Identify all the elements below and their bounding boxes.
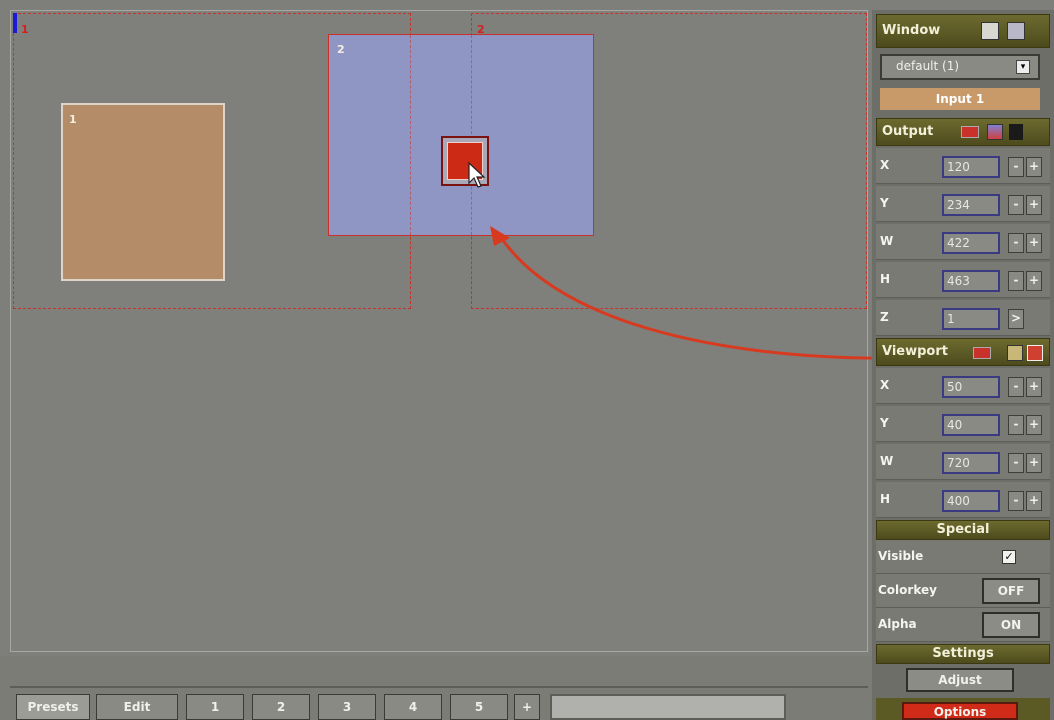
output-h-row: H 463 - + xyxy=(876,262,1050,298)
output-w-minus-button[interactable]: - xyxy=(1008,233,1024,253)
output-w-field[interactable]: 422 xyxy=(942,232,1000,254)
preset-2-button[interactable]: 2 xyxy=(252,694,310,720)
selected-input-badge[interactable]: Input 1 xyxy=(880,88,1040,110)
viewport-x-minus-button[interactable]: - xyxy=(1008,377,1024,397)
window-2-label: 2 xyxy=(337,43,345,56)
output-h-field[interactable]: 463 xyxy=(942,270,1000,292)
preset-4-button[interactable]: 4 xyxy=(384,694,442,720)
visible-label: Visible xyxy=(878,549,924,563)
monitor-1-edge xyxy=(410,35,411,235)
adjust-button[interactable]: Adjust xyxy=(906,668,1014,692)
output-y-field[interactable]: 234 xyxy=(942,194,1000,216)
viewport-y-row: Y 40 - + xyxy=(876,406,1050,442)
alpha-label: Alpha xyxy=(878,617,917,631)
preset-name-input[interactable] xyxy=(550,694,786,720)
viewport-x-field[interactable]: 50 xyxy=(942,376,1000,398)
alpha-toggle-button[interactable]: ON xyxy=(982,612,1040,638)
window-2[interactable]: 2 xyxy=(328,34,594,236)
viewport-h-field[interactable]: 400 xyxy=(942,490,1000,512)
viewport-y-plus-button[interactable]: + xyxy=(1026,415,1042,435)
viewport-h-label: H xyxy=(880,492,891,506)
monitor-2-edge xyxy=(471,35,472,235)
output-y-plus-button[interactable]: + xyxy=(1026,195,1042,215)
viewport-toggle-icon[interactable] xyxy=(1027,345,1043,361)
edit-icon[interactable] xyxy=(981,22,999,40)
output-z-row: Z 1 > xyxy=(876,300,1050,336)
viewport-x-label: X xyxy=(880,378,890,392)
bottom-bar-divider xyxy=(10,686,868,688)
edit-tab[interactable]: Edit xyxy=(96,694,178,720)
options-button[interactable]: Options xyxy=(902,702,1018,720)
output-x-label: X xyxy=(880,158,890,172)
presets-tab[interactable]: Presets xyxy=(16,694,90,720)
output-x-row: X 120 - + xyxy=(876,148,1050,184)
monitor-1-marker xyxy=(13,13,17,33)
window-header-label: Window xyxy=(882,23,941,38)
window-dropdown-value: default (1) xyxy=(896,59,960,73)
output-section-header: Output xyxy=(876,118,1050,146)
save-icon[interactable] xyxy=(1007,22,1025,40)
viewport-w-row: W 720 - + xyxy=(876,444,1050,480)
output-x-minus-button[interactable]: - xyxy=(1008,157,1024,177)
viewport-w-label: W xyxy=(880,454,894,468)
viewport-y-field[interactable]: 40 xyxy=(942,414,1000,436)
viewport-y-minus-button[interactable]: - xyxy=(1008,415,1024,435)
add-preset-button[interactable]: + xyxy=(514,694,540,720)
color-icon[interactable] xyxy=(987,124,1003,140)
colorkey-row: Colorkey OFF xyxy=(876,574,1050,608)
viewport-h-minus-button[interactable]: - xyxy=(1008,491,1024,511)
output-flag-icon[interactable] xyxy=(961,126,979,138)
preset-5-button[interactable]: 5 xyxy=(450,694,508,720)
window-1-label: 1 xyxy=(69,113,77,126)
output-w-row: W 422 - + xyxy=(876,224,1050,260)
output-y-minus-button[interactable]: - xyxy=(1008,195,1024,215)
viewport-h-row: H 400 - + xyxy=(876,482,1050,518)
viewport-w-minus-button[interactable]: - xyxy=(1008,453,1024,473)
viewport-flag-icon[interactable] xyxy=(973,347,991,359)
visible-checkbox[interactable]: ✓ xyxy=(1002,550,1016,564)
chevron-down-icon: ▾ xyxy=(1016,60,1030,74)
viewport-h-plus-button[interactable]: + xyxy=(1026,491,1042,511)
properties-panel: Window default (1) ▾ Input 1 Output X 12… xyxy=(872,10,1054,720)
output-z-label: Z xyxy=(880,310,889,324)
viewport-x-plus-button[interactable]: + xyxy=(1026,377,1042,397)
crop-icon[interactable] xyxy=(1007,345,1023,361)
output-w-label: W xyxy=(880,234,894,248)
window-dropdown[interactable]: default (1) ▾ xyxy=(880,54,1040,80)
preset-1-button[interactable]: 1 xyxy=(186,694,244,720)
viewport-x-row: X 50 - + xyxy=(876,368,1050,404)
preset-3-button[interactable]: 3 xyxy=(318,694,376,720)
lock-icon[interactable] xyxy=(1009,124,1023,140)
window-section-header: Window xyxy=(876,14,1050,48)
viewport-w-plus-button[interactable]: + xyxy=(1026,453,1042,473)
output-h-minus-button[interactable]: - xyxy=(1008,271,1024,291)
output-x-plus-button[interactable]: + xyxy=(1026,157,1042,177)
window-1[interactable]: 1 xyxy=(61,103,225,281)
viewport-y-label: Y xyxy=(880,416,889,430)
settings-section-header: Settings xyxy=(876,644,1050,664)
colorkey-toggle-button[interactable]: OFF xyxy=(982,578,1040,604)
alpha-row: Alpha ON xyxy=(876,608,1050,642)
output-z-next-button[interactable]: > xyxy=(1008,309,1024,329)
viewport-section-header: Viewport xyxy=(876,338,1050,366)
output-w-plus-button[interactable]: + xyxy=(1026,233,1042,253)
viewport-header-label: Viewport xyxy=(882,344,948,359)
output-y-row: Y 234 - + xyxy=(876,186,1050,222)
colorkey-label: Colorkey xyxy=(878,583,937,597)
monitor-1-label: 1 xyxy=(21,23,29,36)
output-x-field[interactable]: 120 xyxy=(942,156,1000,178)
output-z-field[interactable]: 1 xyxy=(942,308,1000,330)
mouse-cursor-icon xyxy=(468,161,486,188)
output-h-plus-button[interactable]: + xyxy=(1026,271,1042,291)
special-section-header: Special xyxy=(876,520,1050,540)
visible-row: Visible ✓ xyxy=(876,540,1050,574)
output-h-label: H xyxy=(880,272,891,286)
output-y-label: Y xyxy=(880,196,889,210)
output-header-label: Output xyxy=(882,124,934,139)
viewport-w-field[interactable]: 720 xyxy=(942,452,1000,474)
